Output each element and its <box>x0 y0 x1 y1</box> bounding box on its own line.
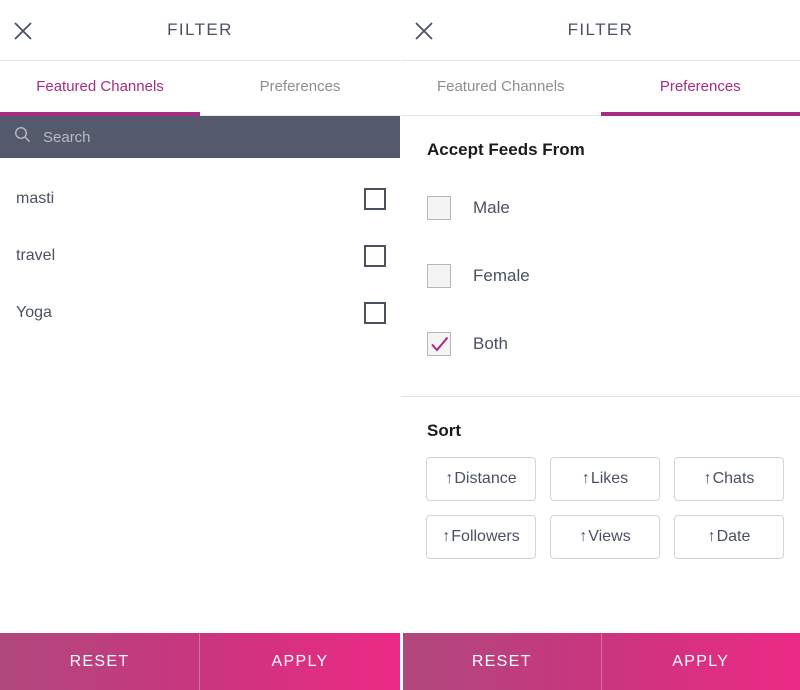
tab-featured-channels[interactable]: Featured Channels <box>0 61 200 116</box>
search-icon <box>14 126 31 148</box>
tab-preferences[interactable]: Preferences <box>200 61 400 115</box>
close-icon[interactable] <box>10 18 36 44</box>
search-bar[interactable] <box>0 116 400 158</box>
sort-heading: Sort <box>427 421 461 440</box>
channel-checkbox[interactable] <box>364 187 386 210</box>
sort-button-chats-label: Chats <box>712 470 755 487</box>
preferences-body: Accept Feeds From Male Female Both Sort … <box>401 116 800 690</box>
action-bar-left: RESET APPLY <box>0 633 400 690</box>
sort-options: ↑ Distance ↑ Likes ↑ Chats ↑ Followers ↑ <box>401 441 800 559</box>
female-checkbox[interactable] <box>427 264 451 288</box>
close-icon[interactable] <box>411 18 437 44</box>
sort-button-chats[interactable]: ↑ Chats <box>674 457 784 501</box>
titlebar-left: FILTER <box>0 0 400 61</box>
tab-preferences-label: Preferences <box>259 78 341 95</box>
arrow-up-icon: ↑ <box>579 528 588 545</box>
apply-button-right[interactable]: APPLY <box>602 633 800 690</box>
accept-feeds-option-male[interactable]: Male <box>401 174 800 242</box>
accept-feeds-option-female[interactable]: Female <box>401 242 800 310</box>
action-bar-right: RESET APPLY <box>400 633 800 690</box>
arrow-up-icon: ↑ <box>581 470 590 487</box>
accept-feeds-option-both[interactable]: Both <box>401 310 800 378</box>
channel-label: Yoga <box>16 303 52 321</box>
tabs-left: Featured Channels Preferences <box>0 61 400 116</box>
sort-button-date-label: Date <box>716 528 751 545</box>
arrow-up-icon: ↑ <box>442 528 451 545</box>
titlebar-right: FILTER <box>401 0 800 61</box>
apply-button-left[interactable]: APPLY <box>200 633 400 690</box>
both-checkbox[interactable] <box>427 332 451 356</box>
channel-label: masti <box>16 189 55 207</box>
tab-featured-channels-label: Featured Channels <box>36 78 164 95</box>
reset-button-left[interactable]: RESET <box>0 633 200 690</box>
search-input[interactable] <box>43 128 386 146</box>
sort-button-distance-label: Distance <box>454 470 517 487</box>
channel-label: travel <box>16 246 56 264</box>
sort-button-likes-label: Likes <box>590 470 629 487</box>
list-item[interactable]: masti <box>0 170 400 227</box>
tab-featured-channels-label: Featured Channels <box>436 78 565 95</box>
check-icon <box>431 336 449 352</box>
arrow-up-icon: ↑ <box>707 528 716 545</box>
list-item[interactable]: travel <box>0 227 400 284</box>
channel-list: masti travel Yoga <box>0 158 400 690</box>
sort-button-views[interactable]: ↑ Views <box>550 515 660 559</box>
sort-button-followers-label: Followers <box>451 528 520 545</box>
sort-button-views-label: Views <box>588 528 631 545</box>
tab-featured-channels[interactable]: Featured Channels <box>401 61 601 115</box>
accept-feeds-options: Male Female Both <box>401 160 800 396</box>
sort-button-distance[interactable]: ↑ Distance <box>426 457 536 501</box>
sort-button-date[interactable]: ↑ Date <box>674 515 784 559</box>
channel-checkbox[interactable] <box>364 301 386 324</box>
action-bar: RESET APPLY RESET APPLY <box>0 633 800 690</box>
tab-preferences-label: Preferences <box>659 78 741 95</box>
page-title-right: FILTER <box>567 20 634 39</box>
list-item[interactable]: Yoga <box>0 284 400 341</box>
channel-checkbox[interactable] <box>364 244 386 267</box>
sort-button-likes[interactable]: ↑ Likes <box>550 457 660 501</box>
filter-dual-screen: FILTER Featured Channels Preferences mas… <box>0 0 800 690</box>
featured-channels-screen: FILTER Featured Channels Preferences mas… <box>0 0 400 690</box>
sort-button-followers[interactable]: ↑ Followers <box>426 515 536 559</box>
accept-feeds-heading: Accept Feeds From <box>427 140 585 159</box>
male-label: Male <box>473 198 510 217</box>
arrow-up-icon: ↑ <box>445 470 454 487</box>
page-title-left: FILTER <box>167 20 233 39</box>
both-label: Both <box>473 334 508 353</box>
male-checkbox[interactable] <box>427 196 451 220</box>
reset-button-right[interactable]: RESET <box>403 633 602 690</box>
female-label: Female <box>473 266 530 285</box>
tab-preferences[interactable]: Preferences <box>600 61 800 116</box>
tabs-right: Featured Channels Preferences <box>401 61 800 116</box>
arrow-up-icon: ↑ <box>703 470 712 487</box>
preferences-screen: FILTER Featured Channels Preferences Acc… <box>400 0 800 690</box>
